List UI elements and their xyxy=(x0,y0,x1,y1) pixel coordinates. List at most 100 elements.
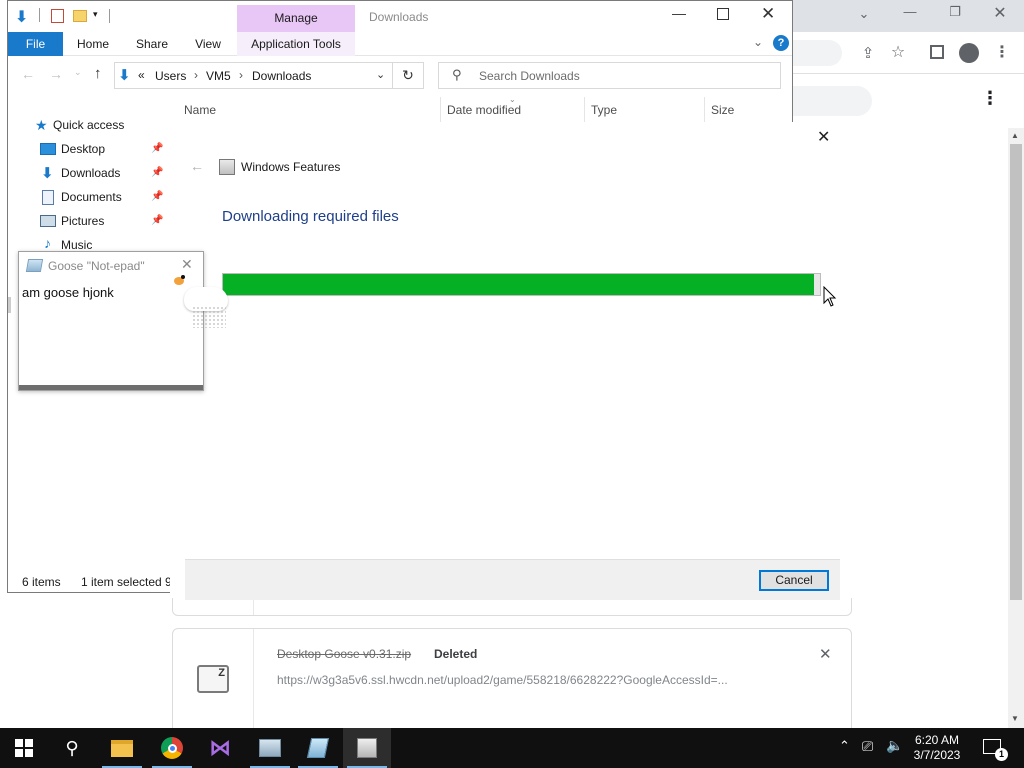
downloads-more-icon[interactable]: ⋮ xyxy=(980,88,1000,109)
up-arrow-icon[interactable]: ↑ xyxy=(94,65,102,82)
tab-view[interactable]: View xyxy=(186,32,230,56)
recent-locations-icon[interactable]: ⌄ xyxy=(74,67,82,78)
chrome-tab-search-icon[interactable]: ⌄ xyxy=(854,6,874,22)
chrome-omnibox[interactable] xyxy=(792,40,842,66)
search-downloads-input[interactable]: ⚲ Search Downloads xyxy=(438,62,781,89)
manage-label: Manage xyxy=(274,11,318,25)
refresh-button[interactable]: ↻ xyxy=(393,62,424,89)
goose-notepad-title: Goose "Not-epad" xyxy=(48,259,145,273)
column-type[interactable]: Type xyxy=(584,97,704,123)
address-bar[interactable]: ⬇ « Users › VM5 › Downloads ⌄ xyxy=(114,62,393,89)
new-folder-icon[interactable] xyxy=(73,10,87,22)
downloads-icon: ⬇ xyxy=(41,165,54,182)
search-icon: ⚲ xyxy=(452,67,462,82)
download-filename[interactable]: Desktop Goose v0.31.zip xyxy=(277,647,411,661)
status-selection: 1 item selected xyxy=(81,575,162,589)
address-dropdown-icon[interactable]: ⌄ xyxy=(376,68,385,81)
dialog-close-button[interactable]: ✕ xyxy=(817,127,830,147)
download-status: Deleted xyxy=(434,647,478,661)
volume-icon[interactable]: 🔈 xyxy=(886,737,903,754)
chrome-minimize-button[interactable]: — xyxy=(900,4,920,19)
minimize-button[interactable]: — xyxy=(672,5,686,21)
control-panel-icon xyxy=(259,739,281,757)
dialog-back-arrow-icon[interactable]: ← xyxy=(190,158,204,174)
search-placeholder: Search Downloads xyxy=(479,69,580,83)
download-card-goose: Z Desktop Goose v0.31.zip Deleted https:… xyxy=(172,628,852,738)
show-hidden-icons-icon[interactable]: ⌃ xyxy=(839,738,850,754)
goose-notepad-titlebar[interactable]: Goose "Not-epad" ✕ xyxy=(19,252,203,280)
nav-pictures[interactable]: Pictures xyxy=(61,210,104,232)
downloads-search-field[interactable] xyxy=(792,86,872,116)
bookmark-star-icon[interactable]: ☆ xyxy=(888,42,908,62)
network-icon[interactable]: ⎚ xyxy=(862,738,873,755)
pin-icon[interactable]: 📌 xyxy=(151,215,163,226)
close-button[interactable]: ✕ xyxy=(761,4,775,24)
tab-share[interactable]: Share xyxy=(128,32,176,56)
chrome-menu-icon[interactable]: ⋮ xyxy=(992,42,1012,62)
remove-download-icon[interactable]: ✕ xyxy=(819,645,832,663)
manage-context-tab[interactable]: Manage xyxy=(237,5,355,32)
start-button[interactable] xyxy=(0,728,48,768)
help-icon[interactable]: ? xyxy=(773,35,789,51)
goose-notepad-text[interactable]: am goose hjonk xyxy=(22,285,114,300)
pin-icon[interactable]: 📌 xyxy=(151,167,163,178)
search-taskbar-icon[interactable]: ⚲ xyxy=(48,728,96,768)
goose-notepad-close-button[interactable]: ✕ xyxy=(181,256,193,273)
breadcrumb-users[interactable]: Users xyxy=(155,69,186,83)
breadcrumb-chevron-icon: › xyxy=(194,68,198,82)
progress-fill xyxy=(223,274,815,295)
documents-icon xyxy=(42,190,54,205)
scrollbar-thumb[interactable] xyxy=(1010,144,1022,600)
nav-documents[interactable]: Documents xyxy=(61,186,122,208)
breadcrumb-overflow[interactable]: « xyxy=(138,68,145,82)
desktop-icon xyxy=(40,143,56,155)
chrome-restore-button[interactable]: ❐ xyxy=(945,4,965,20)
goose-shadow xyxy=(192,306,226,328)
clock[interactable]: 6:20 AM 3/7/2023 xyxy=(906,733,968,763)
chrome-close-button[interactable]: ✕ xyxy=(990,3,1010,23)
nav-downloads[interactable]: Downloads xyxy=(61,162,120,184)
windows-features-dialog: ✕ ← Windows Features Downloading require… xyxy=(170,122,852,600)
share-icon[interactable]: ⇪ xyxy=(858,44,878,62)
goose-eye xyxy=(181,275,185,279)
breadcrumb-vm5[interactable]: VM5 xyxy=(206,69,231,83)
address-downloads-icon: ⬇ xyxy=(118,67,131,84)
properties-icon[interactable] xyxy=(51,9,64,23)
mouse-cursor-icon xyxy=(823,286,837,307)
dialog-footer xyxy=(185,559,840,600)
file-explorer-taskbar-button[interactable] xyxy=(98,728,146,768)
maximize-button[interactable] xyxy=(717,8,729,20)
windows-features-icon xyxy=(219,159,235,175)
nav-desktop[interactable]: Desktop xyxy=(61,138,105,160)
qat-dropdown-icon[interactable]: ▾ xyxy=(93,9,98,20)
forward-arrow-icon[interactable]: → xyxy=(49,66,63,82)
zip-file-icon: Z xyxy=(197,665,229,693)
pin-icon[interactable]: 📌 xyxy=(151,143,163,154)
column-size[interactable]: Size xyxy=(704,97,784,123)
windows-features-taskbar-button[interactable] xyxy=(343,728,391,768)
pin-icon[interactable]: 📌 xyxy=(151,191,163,202)
tab-application-tools[interactable]: Application Tools xyxy=(237,32,355,56)
tab-home[interactable]: Home xyxy=(70,32,116,56)
download-url[interactable]: https://w3g3a5v6.ssl.hwcdn.net/upload2/g… xyxy=(277,673,797,687)
control-panel-taskbar-button[interactable] xyxy=(246,728,294,768)
tab-file[interactable]: File xyxy=(8,32,63,56)
nav-quick-access[interactable]: Quick access xyxy=(53,114,124,136)
back-arrow-icon[interactable]: ← xyxy=(21,66,35,82)
side-panel-icon[interactable] xyxy=(930,45,944,59)
scroll-up-arrow-icon[interactable]: ▲ xyxy=(1011,131,1019,140)
scroll-down-arrow-icon[interactable]: ▼ xyxy=(1011,714,1019,723)
chrome-taskbar-button[interactable] xyxy=(148,728,196,768)
profile-avatar-icon[interactable] xyxy=(959,43,979,63)
notepad-taskbar-button[interactable] xyxy=(294,728,342,768)
breadcrumb-downloads[interactable]: Downloads xyxy=(252,69,311,83)
qat-separator xyxy=(109,9,110,23)
column-date-modified[interactable]: Date modified xyxy=(440,97,584,123)
cancel-button[interactable]: Cancel xyxy=(759,570,829,591)
quick-access-star-icon: ★ xyxy=(35,117,48,133)
breadcrumb-chevron-icon: › xyxy=(239,68,243,82)
ribbon-expand-icon[interactable]: ⌄ xyxy=(753,35,763,49)
nav-scroll-indicator xyxy=(8,297,11,313)
visual-studio-taskbar-button[interactable]: ⋈ xyxy=(196,728,244,768)
column-name[interactable]: Name xyxy=(178,97,440,123)
